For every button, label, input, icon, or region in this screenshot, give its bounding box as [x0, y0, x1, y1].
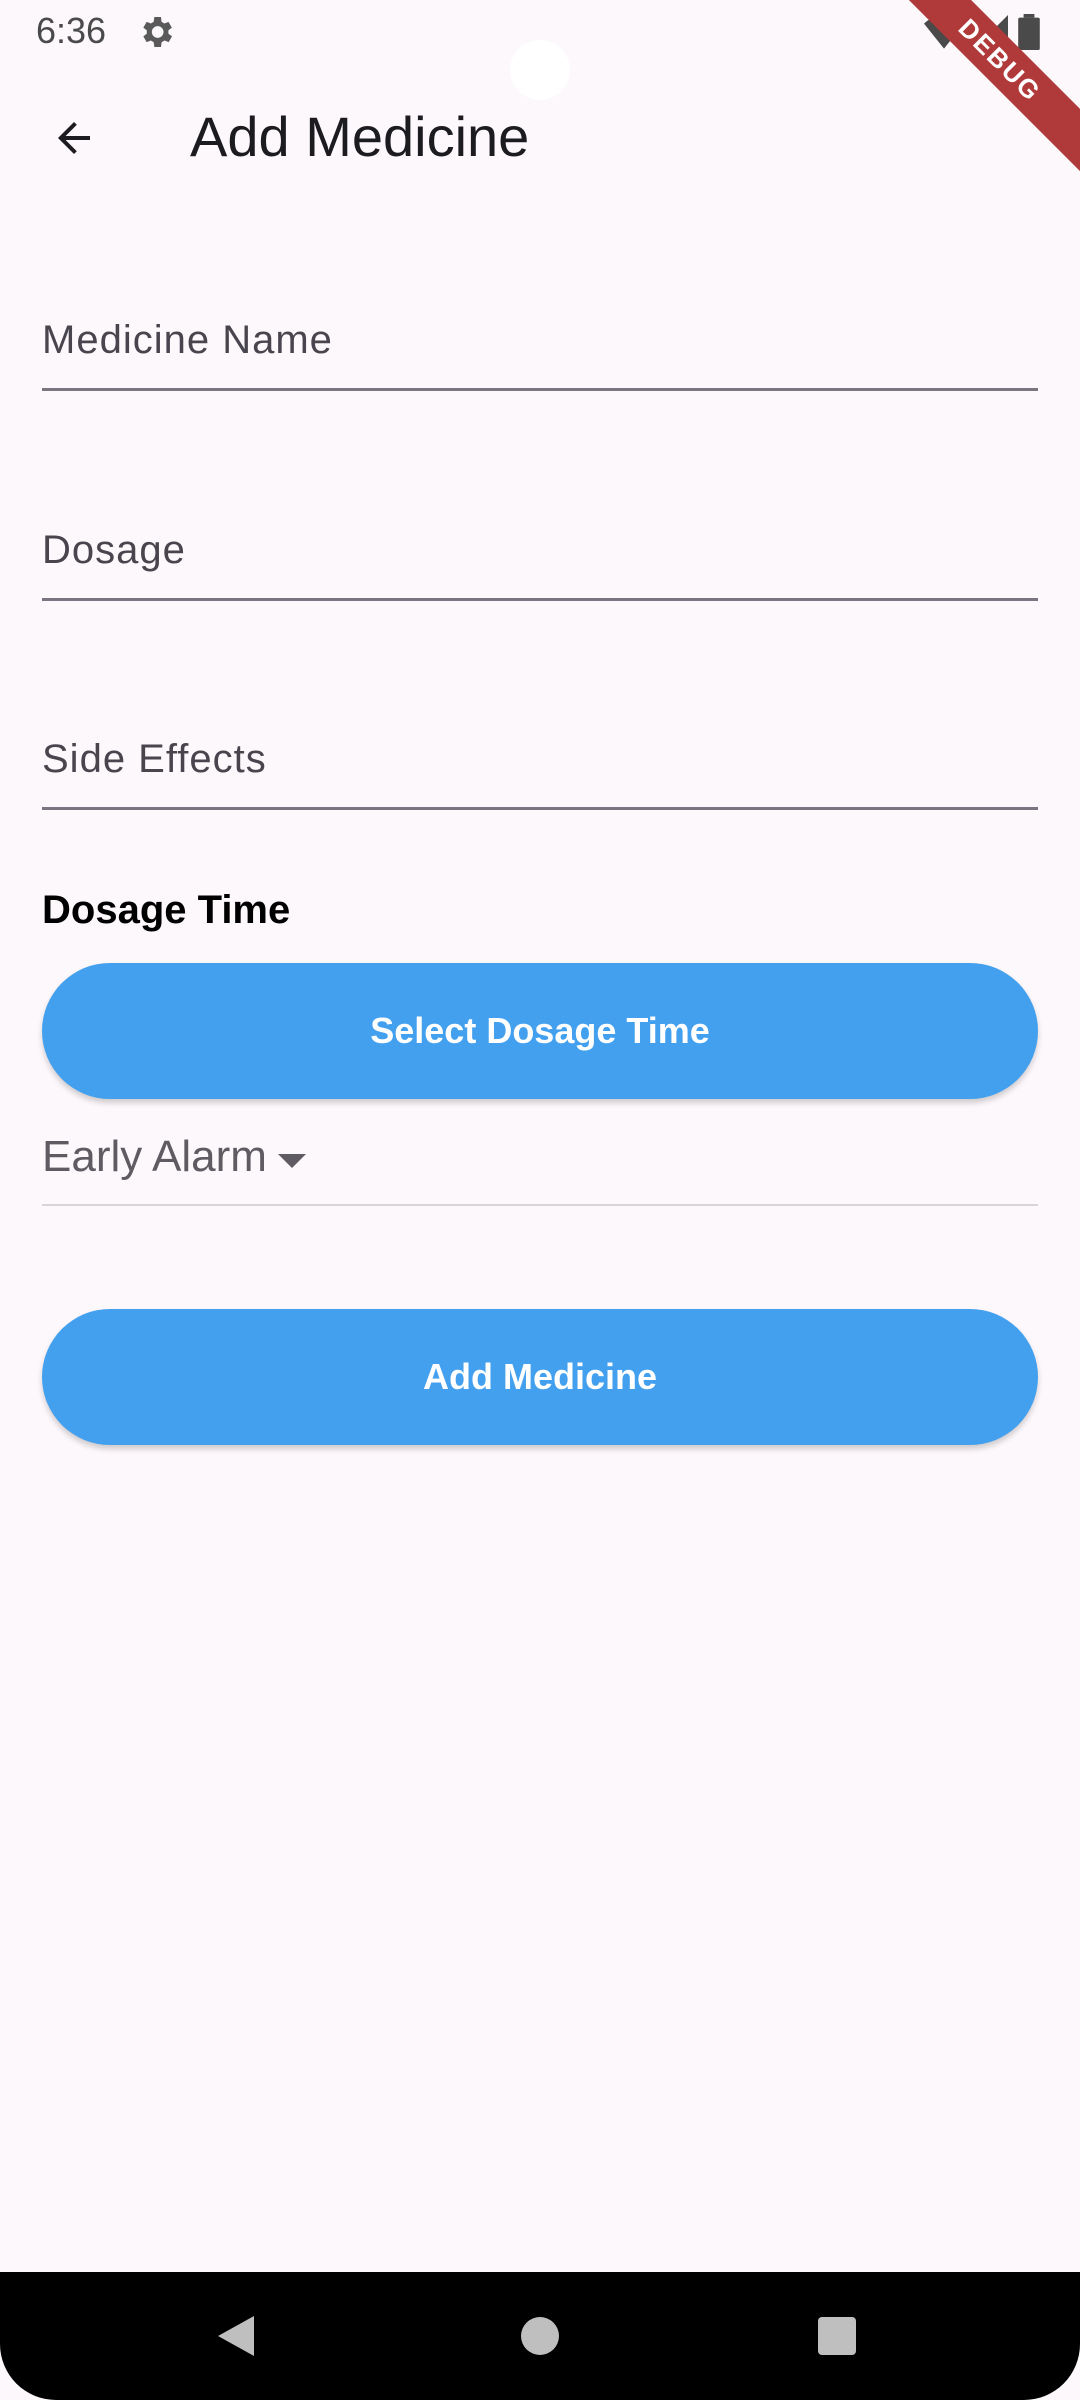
- medicine-name-label: Medicine Name: [42, 318, 333, 362]
- early-alarm-dropdown[interactable]: Early Alarm: [42, 1122, 1038, 1206]
- recents-square-icon[interactable]: [818, 2317, 856, 2355]
- gear-icon: [136, 12, 176, 52]
- battery-icon: [1018, 14, 1040, 55]
- app-screen: 6:36 DEBUG Add Medicine Medicine Name Do…: [0, 0, 1080, 2400]
- dosage-field[interactable]: Dosage: [42, 508, 1038, 601]
- early-alarm-label: Early Alarm: [42, 1132, 267, 1181]
- home-circle-icon[interactable]: [521, 2317, 559, 2355]
- app-bar: Add Medicine: [0, 70, 1080, 200]
- add-medicine-button[interactable]: Add Medicine: [42, 1309, 1038, 1445]
- medicine-name-field[interactable]: Medicine Name: [42, 298, 1038, 391]
- caret-down-icon: [278, 1154, 306, 1168]
- back-button[interactable]: [34, 98, 114, 178]
- dosage-label: Dosage: [42, 528, 186, 572]
- status-time: 6:36: [36, 10, 107, 51]
- back-triangle-icon[interactable]: [218, 2316, 254, 2356]
- system-navigation-bar: [0, 2272, 1080, 2400]
- page-title: Add Medicine: [190, 105, 530, 168]
- select-dosage-time-button[interactable]: Select Dosage Time: [42, 963, 1038, 1099]
- side-effects-field[interactable]: Side Effects: [42, 717, 1038, 810]
- dosage-time-heading: Dosage Time: [42, 888, 291, 932]
- side-effects-label: Side Effects: [42, 737, 267, 781]
- arrow-left-icon: [58, 122, 90, 154]
